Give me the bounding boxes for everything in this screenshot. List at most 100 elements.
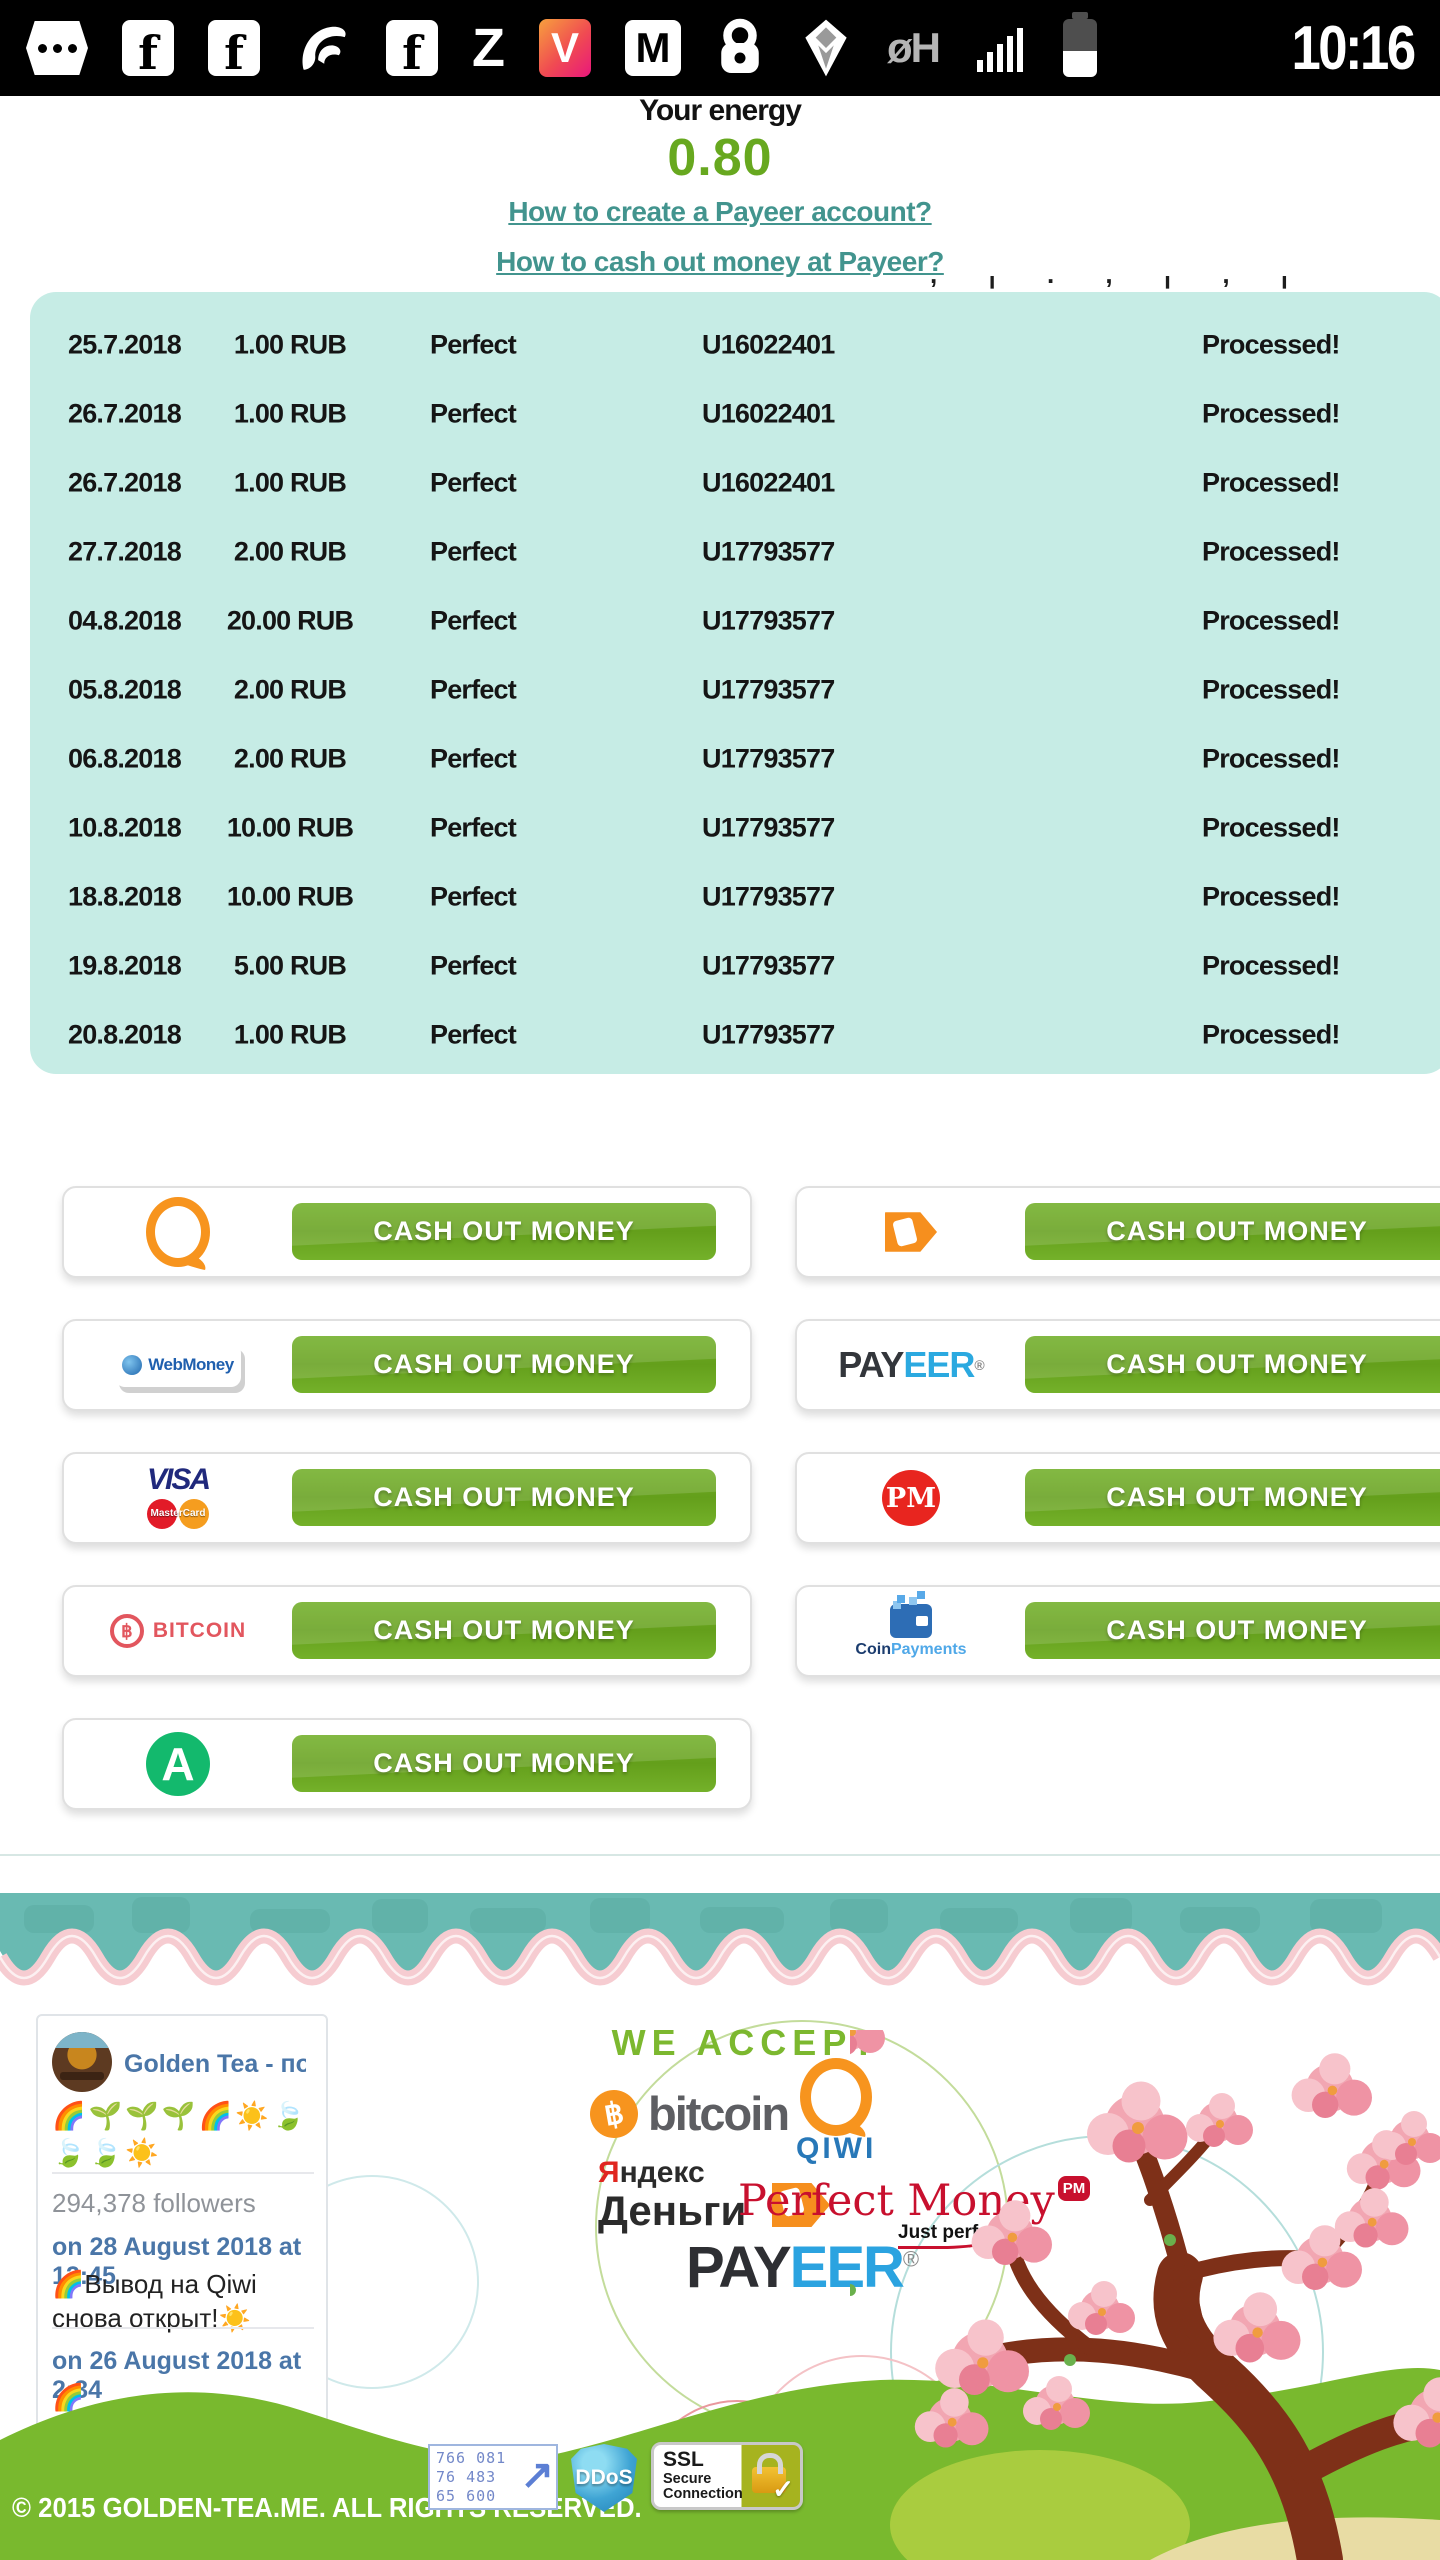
cell-amount: 10.00 RUB — [226, 812, 354, 842]
facebook-icon: f — [122, 20, 174, 76]
payeer-pay: PAY — [838, 1344, 904, 1385]
button-label: CASH OUT MONEY — [1106, 1216, 1368, 1246]
button-label: CASH OUT MONEY — [373, 1748, 635, 1778]
payeer-pay: PAY — [686, 2235, 792, 2300]
network-roaming-icon: øH — [887, 24, 941, 71]
cell-date: 10.8.2018 — [68, 812, 182, 842]
bitcoin-logo: ฿ BITCOIN — [64, 1587, 292, 1675]
cherry-blossom-tree — [850, 2030, 1440, 2560]
link-cash-out-payeer[interactable]: How to cash out money at Payeer? — [0, 246, 1440, 278]
cashout-card-perfect-money: PM CASH OUT MONEY — [795, 1452, 1440, 1544]
table-row: 26.7.2018 1.00 RUB Perfect U16022401 Pro… — [30, 379, 1440, 448]
cashout-card-visa-mastercard: VISA MasterCard CASH OUT MONEY — [62, 1452, 752, 1544]
bitcoin-accept-logo: ฿ bitcoin — [586, 2085, 790, 2142]
cell-status: Processed! — [1202, 950, 1340, 980]
cash-out-visa-button[interactable]: CASH OUT MONEY — [292, 1469, 716, 1526]
cell-account: U17793577 — [702, 812, 835, 842]
table-row: 05.8.2018 2.00 RUB Perfect U17793577 Pro… — [30, 655, 1440, 724]
cell-account: U17793577 — [702, 536, 835, 566]
mastercard-icon: MasterCard — [145, 1497, 211, 1531]
ssl-title: SSL — [663, 2448, 704, 2471]
cell-date: 20.8.2018 — [68, 1019, 182, 1049]
cashout-card-qiwi: CASH OUT MONEY — [62, 1186, 752, 1278]
cashout-card-advcash: A CASH OUT MONEY — [62, 1718, 752, 1810]
cell-system: Perfect — [430, 674, 517, 704]
table-row: 10.8.2018 10.00 RUB Perfect U17793577 Pr… — [30, 793, 1440, 862]
z-app-icon: Z — [472, 18, 505, 78]
table-row: 27.7.2018 2.00 RUB Perfect U17793577 Pro… — [30, 517, 1440, 586]
counter-line: 65 600 — [436, 2487, 497, 2505]
cell-amount: 1.00 RUB — [233, 467, 347, 497]
cell-amount: 2.00 RUB — [233, 674, 347, 704]
cashout-card-coinpayments: CoinPayments CASH OUT MONEY — [795, 1585, 1440, 1677]
cell-status: Processed! — [1202, 743, 1340, 773]
cash-out-advcash-button[interactable]: CASH OUT MONEY — [292, 1735, 716, 1792]
vk-followers-count: 294,378 followers — [52, 2188, 256, 2218]
divider — [52, 2172, 314, 2174]
yandex-money-wallet-icon — [797, 1188, 1025, 1276]
cell-date: 19.8.2018 — [68, 950, 182, 980]
ssl-secure-badge: SSL Secure Connection ✓ — [651, 2442, 803, 2510]
table-row: 06.8.2018 2.00 RUB Perfect U17793577 Pro… — [30, 724, 1440, 793]
cash-out-coinpayments-button[interactable]: CASH OUT MONEY — [1025, 1602, 1440, 1659]
cell-date: 18.8.2018 — [68, 881, 182, 911]
cell-system: Perfect — [430, 881, 517, 911]
button-label: CASH OUT MONEY — [373, 1482, 635, 1512]
cash-out-perfect-money-button[interactable]: CASH OUT MONEY — [1025, 1469, 1440, 1526]
button-label: CASH OUT MONEY — [1106, 1482, 1368, 1512]
yandex-rest: ндекс — [619, 2156, 705, 2189]
cash-out-payeer-button[interactable]: CASH OUT MONEY — [1025, 1336, 1440, 1393]
link-create-payeer-account[interactable]: How to create a Payeer account? — [0, 196, 1440, 228]
table-row: 26.7.2018 1.00 RUB Perfect U16022401 Pro… — [30, 448, 1440, 517]
webmoney-label: WebMoney — [148, 1355, 234, 1374]
cash-out-yandex-button[interactable]: CASH OUT MONEY — [1025, 1203, 1440, 1260]
clock-time: 10:16 — [1291, 13, 1417, 83]
cell-status: Processed! — [1202, 536, 1340, 566]
registered-mark: ® — [974, 1357, 984, 1373]
cash-out-webmoney-button[interactable]: CASH OUT MONEY — [292, 1336, 716, 1393]
vk-status-emoji: 🌈🌱🌱🌱🌈☀️🍃🍃🍃☀️ — [52, 2101, 309, 2168]
cell-date: 27.7.2018 — [68, 536, 182, 566]
cell-account: U16022401 — [702, 467, 835, 497]
ssl-line: Secure — [663, 2470, 712, 2487]
coinpayments-logo: CoinPayments — [797, 1587, 1025, 1675]
cash-out-bitcoin-button[interactable]: CASH OUT MONEY — [292, 1602, 716, 1659]
avatar[interactable] — [52, 2032, 112, 2092]
button-label: CASH OUT MONEY — [1106, 1349, 1368, 1379]
cell-status: Processed! — [1202, 674, 1340, 704]
cell-system: Perfect — [430, 398, 517, 428]
payments-history-table: 25.7.2018 1.00 RUB Perfect U16022401 Pro… — [30, 292, 1440, 1074]
cell-account: U16022401 — [702, 398, 835, 428]
cell-date: 26.7.2018 — [68, 398, 182, 428]
cell-system: Perfect — [430, 605, 517, 635]
advcash-a: A — [161, 1738, 195, 1790]
visitor-counter-badge[interactable]: 766 081 76 483 65 600 ↗ — [428, 2444, 558, 2510]
check-icon: ✓ — [772, 2474, 794, 2504]
coinpayments-payments: Payments — [890, 1640, 967, 1658]
table-row: 04.8.2018 20.00 RUB Perfect U17793577 Pr… — [30, 586, 1440, 655]
vk-group-title[interactable]: Golden Tea - получа… — [124, 2050, 306, 2079]
yandex-money-accept-logo: Яндекс Деньги — [598, 2158, 746, 2232]
cell-amount: 1.00 RUB — [233, 1019, 347, 1049]
cell-account: U16022401 — [702, 329, 835, 359]
button-label: CASH OUT MONEY — [373, 1349, 635, 1379]
vidmate-icon: V — [539, 19, 591, 77]
cell-status: Processed! — [1202, 881, 1340, 911]
advcash-logo: A — [64, 1720, 292, 1808]
bitcoin-symbol-icon: ฿ — [121, 1620, 133, 1641]
table-row: 25.7.2018 1.00 RUB Perfect U16022401 Pro… — [30, 310, 1440, 379]
golden-tea-page: f f f Z V M øH 10:16 Your energy 0.80 Ho… — [0, 0, 1440, 2560]
more-notifications-icon — [26, 21, 88, 75]
yandex-ya: Я — [598, 2156, 620, 2189]
cell-account: U17793577 — [702, 1019, 835, 1049]
visa-label: VISA — [146, 1463, 211, 1496]
mastercard-label: MasterCard — [150, 1508, 206, 1519]
cell-amount: 1.00 RUB — [233, 329, 347, 359]
status-bar: f f f Z V M øH 10:16 — [0, 0, 1440, 96]
cell-status: Processed! — [1202, 329, 1340, 359]
cash-out-qiwi-button[interactable]: CASH OUT MONEY — [292, 1203, 716, 1260]
cell-amount: 1.00 RUB — [233, 398, 347, 428]
payeer-logo: PAY EER ® — [797, 1321, 1025, 1409]
cashout-card-yandex-money: CASH OUT MONEY — [795, 1186, 1440, 1278]
cell-amount: 2.00 RUB — [233, 536, 347, 566]
